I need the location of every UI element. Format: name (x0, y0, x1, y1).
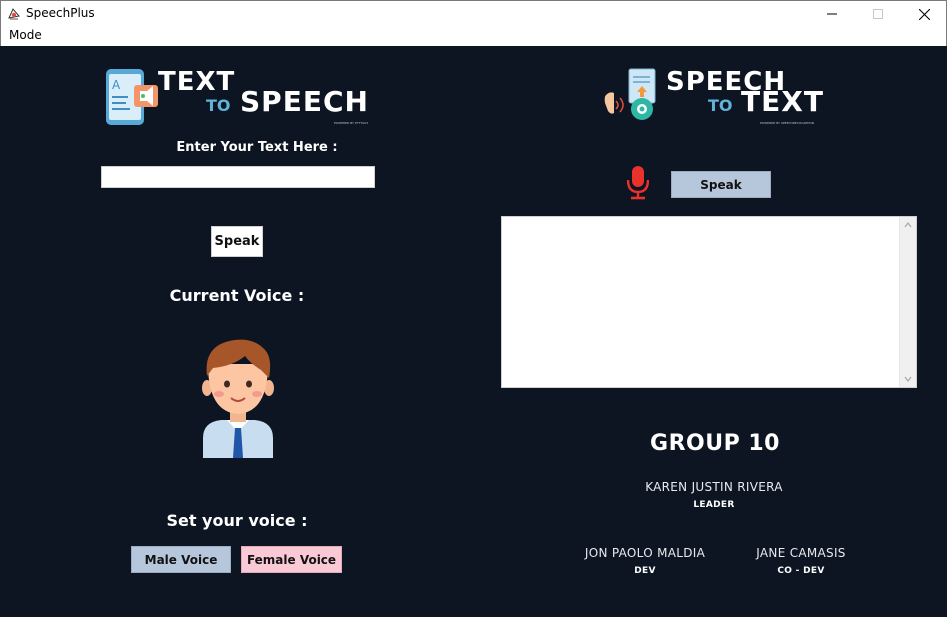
member-name: JON PAOLO MALDIA (584, 546, 706, 560)
menu-item-mode[interactable]: Mode (9, 28, 42, 42)
member-role: LEADER (693, 500, 735, 510)
close-button[interactable] (901, 1, 947, 27)
scroll-up-icon[interactable] (904, 221, 912, 229)
logo-line1: TEXT (158, 67, 236, 97)
maximize-button[interactable] (855, 1, 901, 27)
window-title: SpeechPlus (26, 6, 95, 20)
menu-bar: Mode (0, 26, 947, 46)
close-icon (918, 8, 930, 20)
logo-powered: POWERED BY PYTTSX3 (334, 121, 369, 125)
phone-speaker-icon: A (106, 69, 158, 125)
speak-record-button[interactable]: Speak (671, 171, 771, 198)
transcript-textarea[interactable] (501, 216, 917, 388)
app-icon (8, 8, 20, 20)
main-panel: A TEXT TO SPEECH POWERED BY PYTTSX3 Ente… (0, 46, 947, 617)
scroll-down-icon[interactable] (904, 375, 912, 383)
member-role: DEV (634, 566, 656, 576)
speech-to-text-logo: SPEECH TO TEXT POWERED BY SPEECHRECOGNIT… (602, 67, 826, 129)
male-avatar-icon (202, 339, 274, 458)
set-voice-label: Set your voice : (166, 511, 308, 530)
logo-line2: SPEECH (240, 85, 369, 118)
title-bar: SpeechPlus (0, 0, 947, 26)
logo-to: TO (206, 96, 231, 115)
member-role: CO - DEV (777, 566, 825, 576)
enter-text-label: Enter Your Text Here : (176, 140, 338, 155)
logo-line2: TEXT (741, 85, 824, 118)
text-to-speech-logo: A TEXT TO SPEECH POWERED BY PYTTSX3 (104, 67, 378, 129)
logo-to: TO (708, 96, 733, 115)
speech-document-icon (604, 68, 656, 120)
microphone-icon (627, 166, 649, 200)
svg-text:A: A (112, 78, 121, 92)
member-name: KAREN JUSTIN RIVERA (645, 480, 783, 494)
male-voice-button[interactable]: Male Voice (131, 546, 231, 573)
transcript-scrollbar[interactable] (899, 217, 916, 387)
current-voice-label: Current Voice : (169, 286, 305, 305)
text-input[interactable] (101, 166, 375, 188)
group-title: GROUP 10 (650, 431, 780, 456)
member-name: JANE CAMASIS (756, 546, 846, 560)
minimize-icon (827, 13, 837, 15)
female-voice-button[interactable]: Female Voice (241, 546, 342, 573)
logo-powered: POWERED BY SPEECHRECOGNITION (760, 121, 815, 125)
speak-button[interactable]: Speak (211, 226, 263, 257)
minimize-button[interactable] (809, 1, 855, 27)
maximize-icon (873, 9, 883, 19)
